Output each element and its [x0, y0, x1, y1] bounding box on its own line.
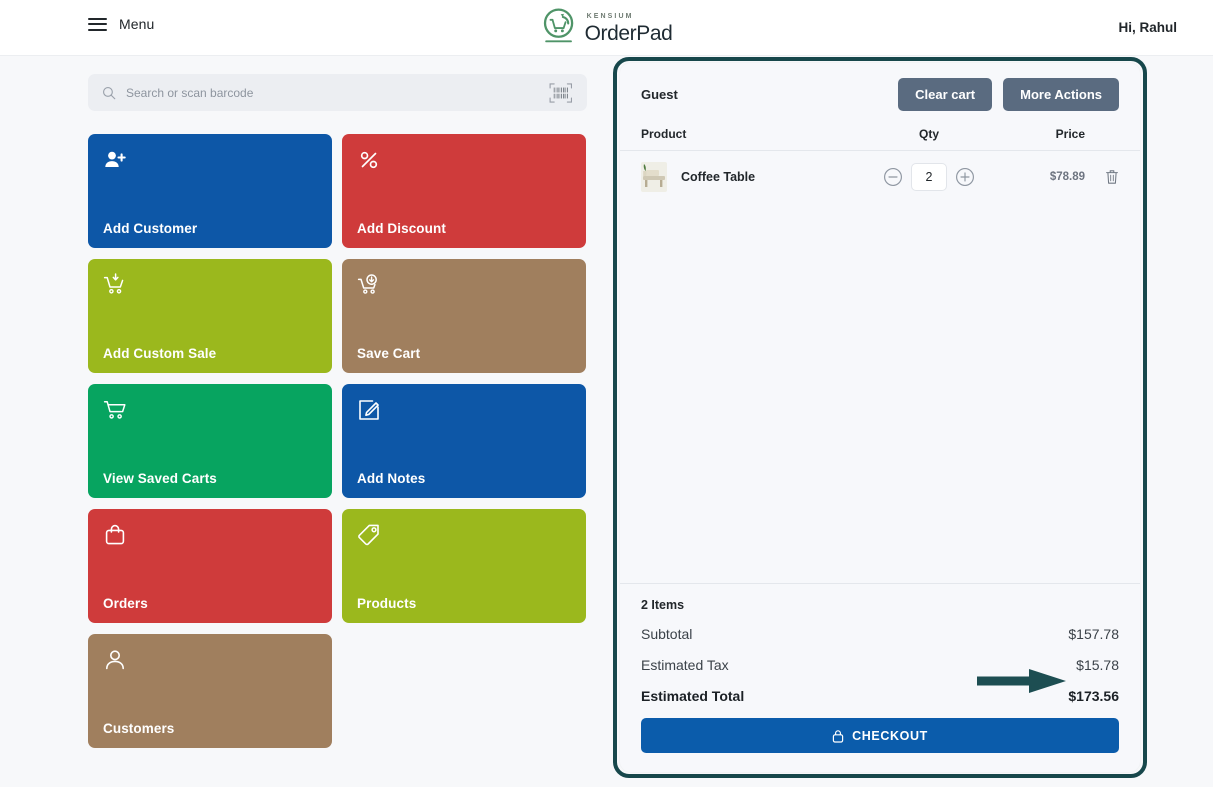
total-value: $173.56 — [1068, 688, 1119, 704]
total-label: Estimated Total — [641, 688, 745, 704]
tile-label: Products — [357, 596, 417, 611]
trash-icon[interactable] — [1105, 169, 1119, 185]
total-label: Estimated Tax — [641, 657, 729, 673]
menu-button-label: Menu — [119, 16, 155, 32]
items-count: 2 Items — [641, 598, 685, 612]
percent-icon — [360, 151, 378, 169]
cart-table-header: Product Qty Price — [620, 111, 1140, 151]
tile-products[interactable]: Products — [342, 509, 586, 623]
tile-orders[interactable]: Orders — [88, 509, 332, 623]
cart-totals: 2 Items Subtotal $157.78 Estimated Tax $… — [620, 583, 1140, 718]
action-tile-grid: Add Customer Add Discount Add Custom Sal… — [88, 134, 587, 748]
tile-save-cart[interactable]: Save Cart — [342, 259, 586, 373]
line-item-product: Coffee Table — [641, 162, 865, 192]
checkout-button-label: CHECKOUT — [852, 728, 928, 743]
more-actions-button[interactable]: More Actions — [1003, 78, 1119, 111]
tile-label: Add Notes — [357, 471, 426, 486]
menu-button[interactable]: Menu — [88, 16, 154, 32]
tile-label: Add Customer — [103, 221, 198, 236]
cart-icon — [103, 401, 126, 419]
person-icon — [106, 650, 124, 670]
quantity-value[interactable]: 2 — [911, 163, 947, 191]
tile-customers[interactable]: Customers — [88, 634, 332, 748]
tile-add-notes[interactable]: Add Notes — [342, 384, 586, 498]
search-bar[interactable] — [88, 74, 587, 111]
cart-customer-name[interactable]: Guest — [641, 87, 678, 102]
line-item-price: $78.89 — [1049, 171, 1085, 183]
app-header: Menu KENSIUM OrderPad Hi, Rahul — [0, 0, 1213, 56]
brand-eyebrow: KENSIUM — [586, 12, 634, 20]
tile-add-custom-sale[interactable]: Add Custom Sale — [88, 259, 332, 373]
search-icon — [103, 86, 116, 99]
tile-label: Add Discount — [357, 221, 446, 236]
total-label: Subtotal — [641, 626, 693, 642]
cart-header: Guest Clear cart More Actions — [620, 63, 1140, 111]
tile-label: Customers — [103, 721, 175, 736]
cart-items-list[interactable]: Coffee Table 2 $78.89 — [620, 151, 1140, 583]
brand-logo: KENSIUM OrderPad — [541, 6, 673, 48]
app-root: Menu KENSIUM OrderPad Hi, Rahul Search o… — [0, 0, 1213, 787]
total-row-estimated-tax: Estimated Tax $15.78 — [641, 657, 1119, 673]
cart-save-icon — [357, 274, 377, 294]
hamburger-icon — [88, 17, 107, 31]
tile-label: Orders — [103, 596, 148, 611]
total-value: $157.78 — [1068, 626, 1119, 642]
tile-add-customer[interactable]: Add Customer — [88, 134, 332, 248]
line-item-delete[interactable] — [1085, 169, 1119, 185]
cart-down-icon — [103, 273, 124, 294]
search-input[interactable] — [126, 85, 549, 100]
plus-circle-icon[interactable] — [955, 167, 975, 187]
note-edit-icon — [359, 400, 379, 420]
minus-circle-icon[interactable] — [883, 167, 903, 187]
column-header-product: Product — [641, 127, 687, 141]
barcode-scanner-icon[interactable] — [549, 82, 573, 103]
tile-label: Save Cart — [357, 346, 421, 361]
user-greeting[interactable]: Hi, Rahul — [1118, 20, 1177, 35]
column-header-price: Price — [1055, 127, 1085, 141]
cart-panel: Guest Clear cart More Actions Product Qt… — [620, 63, 1140, 772]
tag-icon — [358, 524, 379, 546]
cart-line-item: Coffee Table 2 $78.89 — [620, 151, 1140, 203]
left-panel: Add Customer Add Discount Add Custom Sal… — [88, 74, 587, 748]
lock-icon — [832, 729, 844, 743]
tile-add-discount[interactable]: Add Discount — [342, 134, 586, 248]
clear-cart-button[interactable]: Clear cart — [898, 78, 993, 111]
user-plus-icon — [105, 151, 126, 167]
total-value: $15.78 — [1076, 657, 1119, 673]
checkout-button[interactable]: CHECKOUT — [641, 718, 1119, 753]
total-row-estimated-total: Estimated Total $173.56 — [641, 688, 1119, 704]
orderpad-cart-logo-icon — [543, 8, 573, 43]
tile-label: View Saved Carts — [103, 471, 217, 486]
column-header-qty: Qty — [918, 127, 939, 141]
tile-label: Add Custom Sale — [103, 346, 217, 361]
line-item-name: Coffee Table — [681, 170, 756, 184]
quantity-stepper: 2 — [865, 163, 993, 191]
product-thumbnail — [641, 162, 667, 192]
brand-name: OrderPad — [584, 21, 673, 45]
tile-view-saved-carts[interactable]: View Saved Carts — [88, 384, 332, 498]
total-row-subtotal: Subtotal $157.78 — [641, 626, 1119, 642]
bag-icon — [105, 524, 125, 545]
